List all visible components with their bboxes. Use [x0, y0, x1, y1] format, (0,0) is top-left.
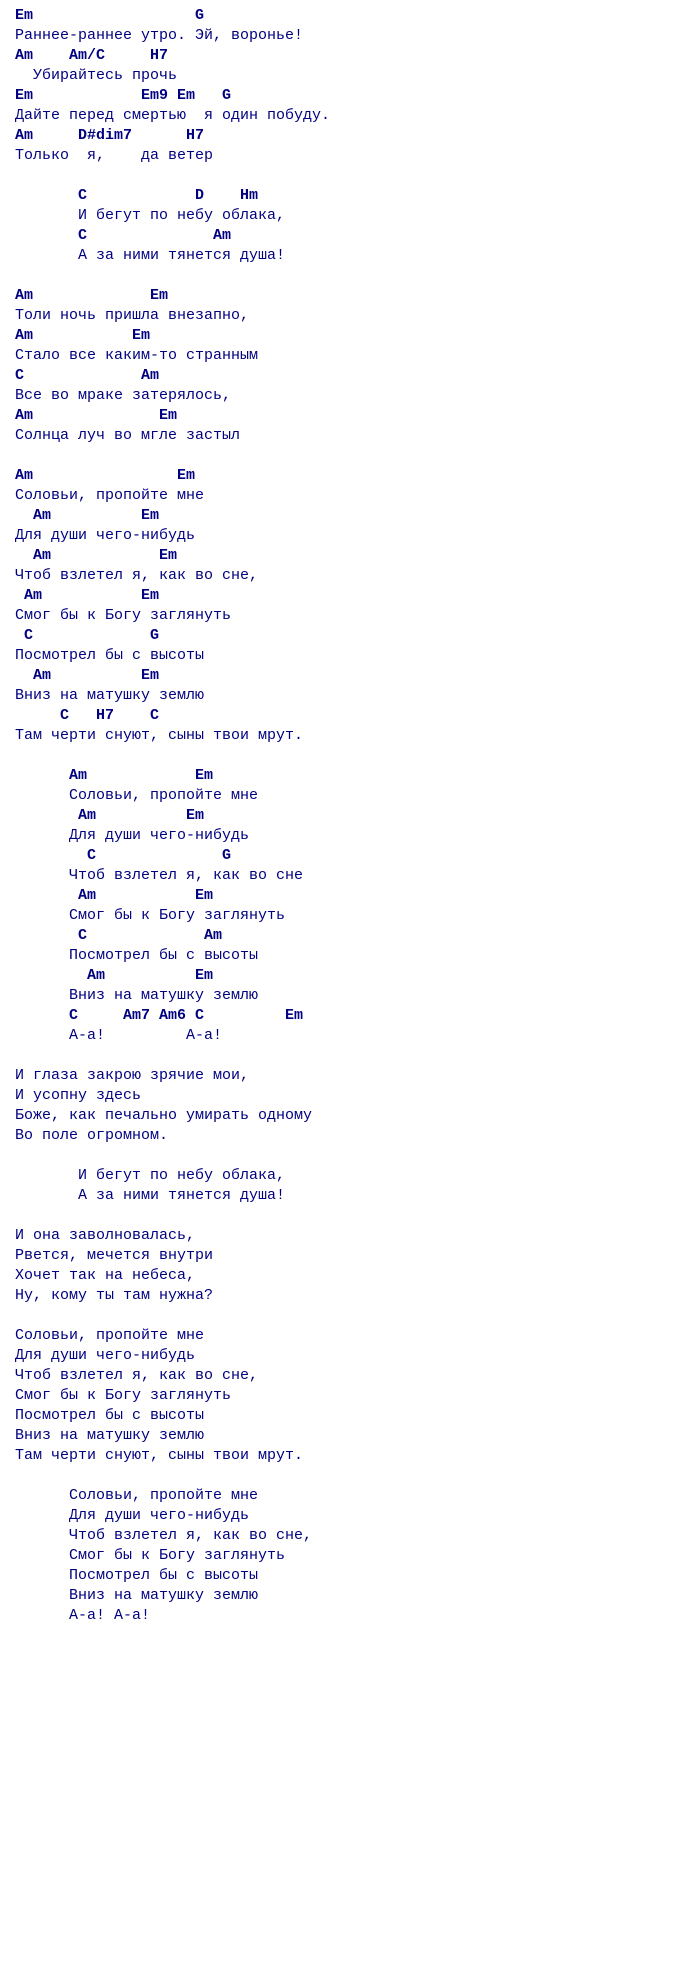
chord-line: C G	[15, 847, 231, 864]
lyric-line: Для души чего-нибудь	[15, 527, 195, 544]
song-lyrics-block: Em G Раннее-раннее утро. Эй, воронье! Am…	[15, 6, 685, 1626]
lyric-line: Раннее-раннее утро. Эй, воронье!	[15, 27, 303, 44]
lyric-line: Вниз на матушку землю	[15, 987, 258, 1004]
chord-line: C Am7 Am6 C Em	[15, 1007, 303, 1024]
chord-line: Am Am/C H7	[15, 47, 168, 64]
chord-line: Am Em	[15, 327, 150, 344]
lyric-line: Только я, да ветер	[15, 147, 213, 164]
lyric-line: Смог бы к Богу заглянуть	[15, 607, 231, 624]
lyric-line: Для души чего-нибудь	[15, 1347, 195, 1364]
lyric-line: И бегут по небу облака,	[15, 207, 285, 224]
chord-line: Am Em	[15, 287, 168, 304]
lyric-line: Посмотрел бы с высоты	[15, 947, 258, 964]
lyric-line: Посмотрел бы с высоты	[15, 647, 204, 664]
lyric-line: И бегут по небу облака,	[15, 1167, 285, 1184]
chord-line: Am Em	[15, 467, 195, 484]
chord-line: Am Em	[15, 667, 159, 684]
lyric-line: Там черти снуют, сыны твои мрут.	[15, 727, 303, 744]
lyric-line: Там черти снуют, сыны твои мрут.	[15, 1447, 303, 1464]
lyric-line: Соловьи, пропойте мне	[15, 787, 258, 804]
lyric-line: Ну, кому ты там нужна?	[15, 1287, 213, 1304]
lyric-line: Рвется, мечется внутри	[15, 1247, 213, 1264]
lyric-line: И она заволновалась,	[15, 1227, 195, 1244]
lyric-line: Соловьи, пропойте мне	[15, 487, 204, 504]
chord-line: Am D#dim7 H7	[15, 127, 204, 144]
lyric-line: А-а! А-а!	[15, 1027, 222, 1044]
chord-line: C D Hm	[15, 187, 258, 204]
chord-line: Am Em	[15, 587, 159, 604]
lyric-line: Чтоб взлетел я, как во сне	[15, 867, 303, 884]
chord-line: C Am	[15, 367, 159, 384]
lyric-line: Для души чего-нибудь	[15, 827, 249, 844]
lyric-line: Вниз на матушку землю	[15, 1587, 258, 1604]
chord-line: Am Em	[15, 967, 213, 984]
chord-line: C H7 C	[15, 707, 159, 724]
chord-line: C Am	[15, 927, 222, 944]
chord-line: Am Em	[15, 507, 159, 524]
chord-line: Am Em	[15, 547, 177, 564]
lyric-line: Боже, как печально умирать одному	[15, 1107, 312, 1124]
lyric-line: А за ними тянется душа!	[15, 247, 285, 264]
chord-line: Em Em9 Em G	[15, 87, 231, 104]
lyric-line: Чтоб взлетел я, как во сне,	[15, 1367, 258, 1384]
lyric-line: Вниз на матушку землю	[15, 1427, 204, 1444]
lyric-line: Во поле огромном.	[15, 1127, 168, 1144]
lyric-line: А за ними тянется душа!	[15, 1187, 285, 1204]
lyric-line: Смог бы к Богу заглянуть	[15, 907, 285, 924]
lyric-line: Хочет так на небеса,	[15, 1267, 195, 1284]
lyric-line: Чтоб взлетел я, как во сне,	[15, 567, 258, 584]
chord-line: Am Em	[15, 767, 213, 784]
lyric-line: Смог бы к Богу заглянуть	[15, 1387, 231, 1404]
lyric-line: Толи ночь пришла внезапно,	[15, 307, 249, 324]
chord-line: C G	[15, 627, 159, 644]
lyric-line: Все во мраке затерялось,	[15, 387, 231, 404]
chord-line: Am Em	[15, 807, 204, 824]
lyric-line: Солнца луч во мгле застыл	[15, 427, 240, 444]
chord-line: C Am	[15, 227, 231, 244]
lyric-line: Соловьи, пропойте мне	[15, 1327, 204, 1344]
lyric-line: Чтоб взлетел я, как во сне,	[15, 1527, 312, 1544]
lyric-line: Посмотрел бы с высоты	[15, 1567, 258, 1584]
chord-line: Em G	[15, 7, 204, 24]
lyric-line: Посмотрел бы с высоты	[15, 1407, 204, 1424]
lyric-line: А-а! А-а!	[15, 1607, 150, 1624]
chord-line: Am Em	[15, 407, 177, 424]
lyric-line: Смог бы к Богу заглянуть	[15, 1547, 285, 1564]
lyric-line: И глаза закрою зрячие мои,	[15, 1067, 249, 1084]
lyric-line: Вниз на матушку землю	[15, 687, 204, 704]
lyric-line: Стало все каким-то странным	[15, 347, 258, 364]
chord-line: Am Em	[15, 887, 213, 904]
lyric-line: Для души чего-нибудь	[15, 1507, 249, 1524]
lyric-line: И усопну здесь	[15, 1087, 141, 1104]
lyric-line: Соловьи, пропойте мне	[15, 1487, 258, 1504]
lyric-line: Дайте перед смертью я один побуду.	[15, 107, 330, 124]
lyric-line: Убирайтесь прочь	[15, 67, 177, 84]
